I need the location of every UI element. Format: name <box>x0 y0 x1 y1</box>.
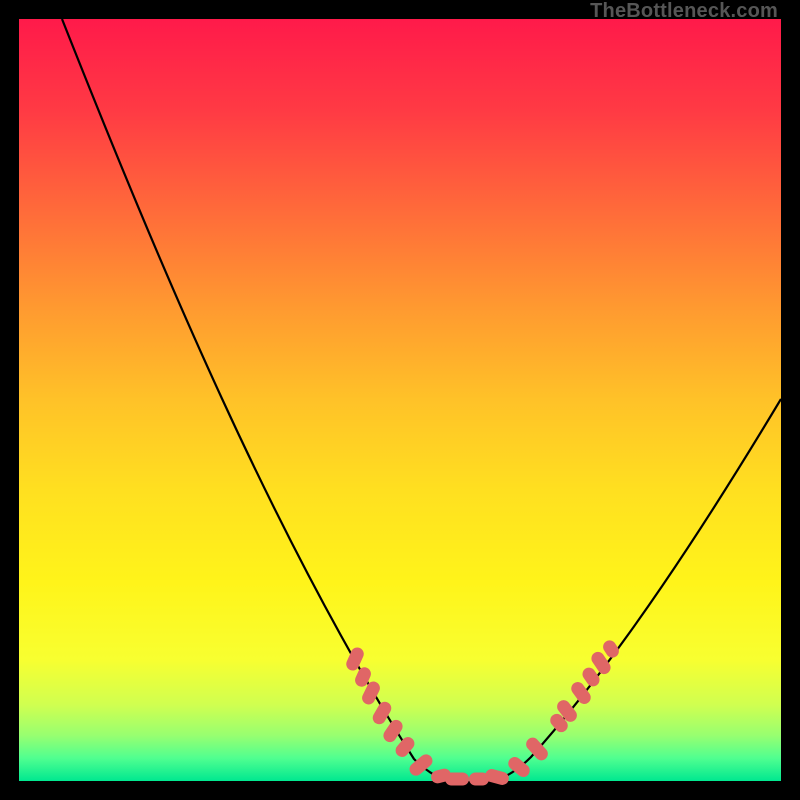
curve-marker <box>445 773 469 786</box>
watermark-text: TheBottleneck.com <box>590 0 778 23</box>
chart-plot-area <box>19 19 781 781</box>
bottleneck-curve <box>19 19 781 781</box>
